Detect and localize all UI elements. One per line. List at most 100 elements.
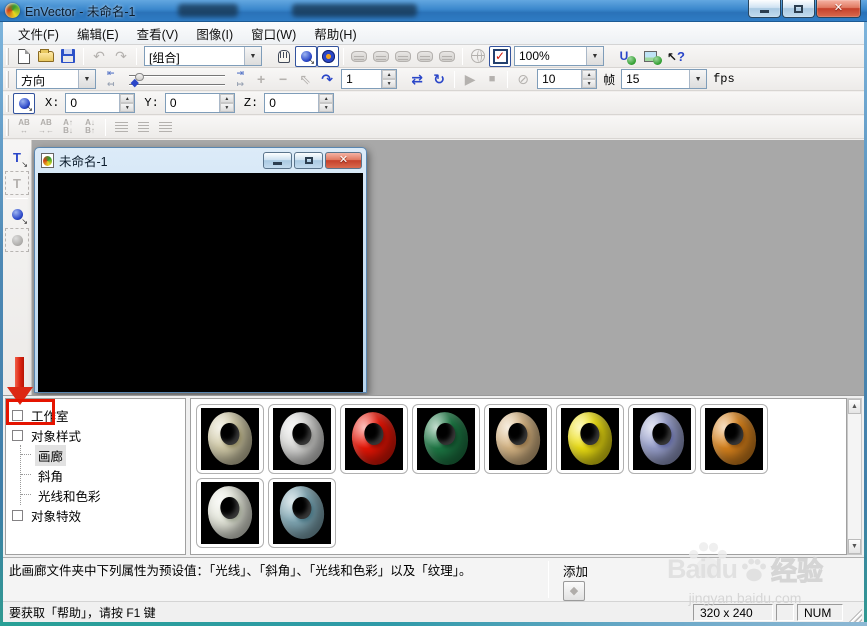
slider-track-bottom[interactable] [128, 83, 225, 85]
tree-item-studio[interactable]: 工作室 [12, 405, 183, 425]
spin-up-icon[interactable]: ▲ [120, 94, 135, 103]
context-help-button[interactable]: ↖? [665, 46, 687, 67]
spin-up-icon[interactable]: ▲ [582, 70, 597, 79]
y-spinner[interactable]: 0 ▲ ▼ [164, 93, 235, 113]
gallery-item-green-ring[interactable] [412, 404, 480, 474]
gallery-item-red-ring[interactable] [340, 404, 408, 474]
spin-down-icon[interactable]: ▼ [319, 103, 334, 112]
dropdown-arrow-icon[interactable]: ▼ [244, 47, 261, 65]
doc-minimize-button[interactable] [263, 152, 292, 169]
length-spinner[interactable]: 10 ▲ ▼ [537, 69, 598, 89]
z-spinner[interactable]: 0 ▲ ▼ [264, 93, 335, 113]
scroll-up-button[interactable]: ▲ [848, 399, 861, 414]
tree-expander-icon[interactable] [12, 509, 23, 521]
web-preview-button[interactable] [467, 46, 489, 67]
gallery-item-silver-ring[interactable] [268, 404, 336, 474]
jump-back-icon[interactable]: ↤ [107, 80, 115, 89]
baseline-down-button[interactable]: A↓ B↑ [79, 117, 101, 138]
render-mode-1-button[interactable] [348, 46, 370, 67]
toolbar-grip[interactable] [6, 118, 9, 136]
doc-close-button[interactable]: ✕ [325, 152, 362, 169]
render-mode-2-button[interactable] [370, 46, 392, 67]
close-button[interactable]: ✕ [816, 0, 861, 18]
menu-edit[interactable]: 编辑(E) [68, 21, 128, 46]
redo-button[interactable]: ↷ [110, 46, 132, 67]
step-back-group[interactable]: ⇤ ↤ [107, 69, 115, 89]
menu-view[interactable]: 查看(V) [128, 21, 188, 46]
dropdown-arrow-icon[interactable]: ▼ [78, 70, 95, 88]
timeline-slider[interactable]: ◆ [117, 69, 235, 90]
dropdown-arrow-icon[interactable]: ▼ [689, 70, 707, 88]
resize-grip[interactable] [846, 606, 862, 622]
fps-combo[interactable]: 15 ▼ [621, 69, 708, 89]
gallery-item-yellow-ring[interactable] [556, 404, 624, 474]
dropdown-arrow-icon[interactable]: ▼ [586, 47, 603, 65]
gallery-scrollbar[interactable]: ▲ ▼ [847, 398, 862, 555]
letter-spacing-button[interactable]: AB ↔ [13, 117, 35, 138]
tree-item-light-color[interactable]: 光线和色彩 [21, 485, 183, 505]
gallery-item-gold-ring[interactable] [484, 404, 552, 474]
toolbar-grip[interactable] [6, 47, 9, 65]
scroll-down-button[interactable]: ▼ [848, 539, 861, 554]
motion-path-button[interactable]: ↷ [316, 69, 338, 90]
menu-file[interactable]: 文件(F) [9, 21, 68, 46]
toolbar-grip[interactable] [6, 70, 9, 88]
insert-text-button[interactable]: T ↘ [5, 145, 29, 169]
spin-down-icon[interactable]: ▼ [582, 79, 597, 88]
doc-restore-button[interactable] [294, 152, 323, 169]
frame-spinner[interactable]: 1 ▲ ▼ [341, 69, 398, 89]
gallery-item-periwinkle-ring[interactable] [628, 404, 696, 474]
align-right-button[interactable] [154, 117, 176, 138]
spin-down-icon[interactable]: ▼ [382, 79, 397, 88]
tree-expander-icon[interactable] [12, 429, 23, 441]
loop-button[interactable]: ⇄ [406, 69, 428, 90]
gallery-item-orange-ring[interactable] [700, 404, 768, 474]
kerning-button[interactable]: AB →← [35, 117, 57, 138]
new-button[interactable] [13, 46, 35, 67]
keyframe-diamond-icon[interactable]: ◆ [131, 77, 139, 89]
gallery-item-steelblue-ring[interactable] [268, 478, 336, 548]
edit-object-button[interactable]: ↘ [295, 45, 317, 67]
maximize-button[interactable] [782, 0, 815, 18]
group-combo[interactable]: [组合] ▼ [144, 46, 262, 66]
step-start-icon[interactable]: ⇤ [107, 69, 115, 78]
menu-help[interactable]: 帮助(H) [305, 21, 365, 46]
step-fwd-group[interactable]: ⇥ ↦ [237, 69, 245, 89]
edit-object-tool-button[interactable] [5, 228, 29, 252]
tree-item-object-style[interactable]: 对象样式 [12, 425, 183, 445]
insert-object-button[interactable]: ↘ [5, 202, 29, 226]
zoom-object-button[interactable] [317, 45, 339, 67]
add-button[interactable]: ◆ [563, 581, 585, 601]
menu-window[interactable]: 窗口(W) [242, 21, 305, 46]
pan-button[interactable] [273, 46, 295, 67]
canvas[interactable] [38, 173, 363, 392]
tree-item-object-fx[interactable]: 对象特效 [12, 505, 183, 525]
align-left-button[interactable] [110, 117, 132, 138]
align-center-button[interactable] [132, 117, 154, 138]
zoom-combo[interactable]: 100% ▼ [514, 46, 604, 66]
delete-keyframe-button[interactable]: − [272, 69, 294, 90]
menu-image[interactable]: 图像(I) [187, 21, 242, 46]
rotate-loop-button[interactable]: ↻ [428, 69, 450, 90]
minimize-button[interactable] [748, 0, 781, 18]
open-button[interactable] [35, 46, 57, 67]
antialias-toggle-button[interactable]: ✓ [489, 45, 511, 67]
spin-down-icon[interactable]: ▼ [219, 103, 234, 112]
render-mode-4-button[interactable] [414, 46, 436, 67]
step-end-icon[interactable]: ⇥ [237, 69, 245, 78]
gallery-item-cream-ring[interactable] [196, 404, 264, 474]
position-mode-button[interactable]: ↘ [13, 92, 35, 114]
save-button[interactable] [57, 46, 79, 67]
tree-expander-icon[interactable] [12, 409, 23, 421]
stop-button[interactable]: ■ [481, 69, 503, 90]
gallery-item-pearl-ring[interactable] [196, 478, 264, 548]
export-image-button[interactable] [639, 46, 662, 67]
direction-combo[interactable]: 方向 ▼ [16, 69, 96, 89]
baseline-up-button[interactable]: A↑ B↓ [57, 117, 79, 138]
export-url-button[interactable]: U [613, 46, 637, 67]
render-mode-5-button[interactable] [436, 46, 458, 67]
x-spinner[interactable]: 0 ▲ ▼ [65, 93, 136, 113]
toolbar-grip[interactable] [6, 94, 9, 112]
undo-button[interactable]: ↶ [88, 46, 110, 67]
tree-item-bevel[interactable]: 斜角 [21, 465, 183, 485]
